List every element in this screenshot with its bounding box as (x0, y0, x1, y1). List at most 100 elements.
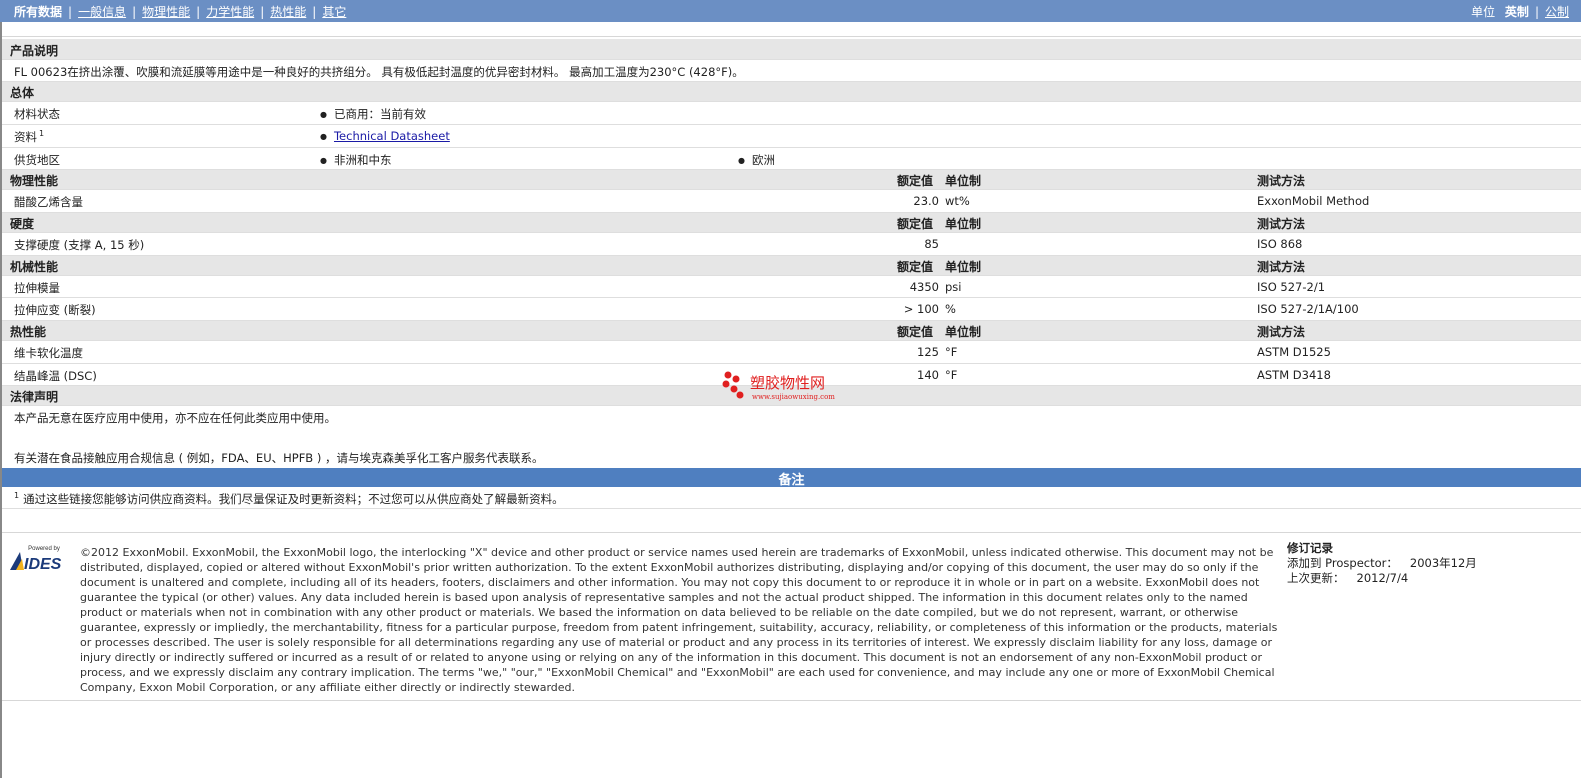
ides-logo: Powered by IDES (8, 544, 72, 573)
watermark-dot (736, 391, 744, 399)
technical-datasheet-link[interactable]: Technical Datasheet (334, 129, 450, 143)
row-label: 资料 1 (14, 129, 44, 145)
table-row: 资料1 Technical Datasheet (2, 125, 1581, 148)
nav-other[interactable]: 其它 (322, 3, 346, 20)
footnote-marker: 1 (14, 491, 20, 501)
row-value: 140 (917, 368, 939, 382)
revision-added-value: 2003年12月 (1409, 556, 1477, 570)
row-method: ISO 527-2/1 (1257, 280, 1326, 294)
units-metric[interactable]: 公制 (1545, 5, 1569, 19)
row-method: ISO 868 (1257, 237, 1303, 251)
watermark-dot (730, 385, 738, 393)
section-title: 热性能 (10, 325, 47, 339)
row-method: ISO 527-2/1A/100 (1257, 302, 1359, 316)
section-title: 产品说明 (10, 44, 59, 58)
section-title: 机械性能 (10, 260, 59, 274)
units-label: 单位 (1471, 5, 1496, 19)
col-header-unit: 单位制 (945, 217, 982, 231)
row-label: 维卡软化温度 (14, 346, 83, 360)
col-header-nominal: 额定值 (897, 260, 934, 274)
row-value: 已商用：当前有效 (320, 106, 426, 122)
section-title: 硬度 (10, 217, 35, 231)
revision-title: 修订记录 (1287, 541, 1333, 555)
nav-separator: | (196, 5, 201, 19)
notes-row: 1 通过这些链接您能够访问供应商资料。我们尽量保证及时更新资料；不过您可以从供应商… (2, 487, 1581, 509)
table-row: 供货地区 非洲和中东 欧洲 (2, 148, 1581, 170)
units-separator: | (1534, 5, 1539, 19)
row-unit: °F (945, 368, 958, 382)
row-label: 醋酸乙烯含量 (14, 195, 83, 209)
notes-title: 备注 (778, 473, 805, 488)
col-header-method: 测试方法 (1257, 174, 1306, 188)
ides-wordmark: IDES (24, 556, 62, 572)
ides-powered-by: Powered by (28, 546, 60, 552)
section-title: 物理性能 (10, 174, 59, 188)
row-value: 4350 (909, 280, 939, 294)
col-header-unit: 单位制 (945, 174, 982, 188)
nav-thermal[interactable]: 热性能 (270, 3, 306, 20)
col-header-method: 测试方法 (1257, 217, 1306, 231)
col-header-nominal: 额定值 (897, 174, 934, 188)
col-header-nominal: 额定值 (897, 217, 934, 231)
row-label: 材料状态 (14, 107, 60, 121)
row-label: 拉伸应变 (断裂) (14, 303, 96, 317)
row-unit: °F (945, 345, 958, 359)
section-nav: 所有数据 | 一般信息 | 物理性能 | 力学性能 | 热性能 | 其它 (14, 3, 346, 20)
row-value: 125 (917, 345, 939, 359)
section-header-general: 总体 (2, 82, 1581, 102)
col-header-unit: 单位制 (945, 260, 982, 274)
row-label: 结晶峰温 (DSC) (14, 369, 97, 383)
row-label: 支撑硬度 (支撑 A, 15 秒) (14, 238, 145, 252)
row-method: ExxonMobil Method (1257, 194, 1370, 208)
watermark-dot (722, 380, 730, 388)
row-label-text: 资料 (14, 130, 37, 144)
revision-added: 添加到 Prospector： 2003年12月 (1287, 556, 1477, 571)
section-header-physical: 物理性能 额定值 单位制 测试方法 (2, 170, 1581, 190)
col-header-unit: 单位制 (945, 325, 982, 339)
legal-notice: 本产品无意在医疗应用中使用，亦不应在任何此类应用中使用。 有关潜在食品接触应用合… (2, 406, 1581, 468)
footnote-text: 通过这些链接您能够访问供应商资料。我们尽量保证及时更新资料；不过您可以从供应商处… (23, 492, 564, 506)
nav-general-info[interactable]: 一般信息 (78, 3, 126, 20)
section-header-thermal: 热性能 额定值 单位制 测试方法 (2, 321, 1581, 341)
row-value: 23.0 (913, 194, 939, 208)
watermark-text: 塑胶物性网 (750, 374, 825, 392)
top-nav-bar: 所有数据 | 一般信息 | 物理性能 | 力学性能 | 热性能 | 其它 单位 英制 | 公制 (0, 0, 1581, 22)
footnote-marker: 1 (39, 129, 45, 139)
units-switch: 单位 英制 | 公制 (1471, 3, 1569, 20)
watermark-url: www.sujiaowuxing.com (752, 393, 835, 401)
section-header-product-desc: 产品说明 (2, 39, 1581, 60)
units-imperial[interactable]: 英制 (1505, 5, 1529, 19)
table-row: 支撑硬度 (支撑 A, 15 秒) 85 ISO 868 (2, 233, 1581, 256)
nav-physical[interactable]: 物理性能 (142, 3, 190, 20)
section-header-hardness: 硬度 额定值 单位制 测试方法 (2, 213, 1581, 233)
datasheet-link-item: Technical Datasheet (320, 129, 450, 143)
row-unit: wt% (945, 194, 970, 208)
table-row: 醋酸乙烯含量 23.0 wt% ExxonMobil Method (2, 190, 1581, 213)
watermark-dot (724, 371, 732, 379)
ides-logo-graphic: Powered by IDES (10, 546, 62, 573)
revision-updated: 上次更新： 2012/7/4 (1287, 571, 1477, 586)
revision-updated-label: 上次更新： (1287, 571, 1345, 585)
col-header-method: 测试方法 (1257, 260, 1306, 274)
section-header-mechanical: 机械性能 额定值 单位制 测试方法 (2, 256, 1581, 276)
footnote: 1 通过这些链接您能够访问供应商资料。我们尽量保证及时更新资料；不过您可以从供应商… (14, 491, 564, 507)
nav-separator: | (68, 5, 73, 19)
legal-line-medical: 本产品无意在医疗应用中使用，亦不应在任何此类应用中使用。 (14, 411, 336, 425)
legal-line-food-contact: 有关潜在食品接触应用合规信息 ( 例如，FDA、EU、HPFB ) ，请与埃克森… (14, 451, 544, 465)
row-value: > 100 (903, 302, 939, 316)
col-header-nominal: 额定值 (897, 325, 934, 339)
table-row: 拉伸应变 (断裂) > 100 % ISO 527-2/1A/100 (2, 298, 1581, 321)
nav-separator: | (312, 5, 317, 19)
section-title: 法律声明 (10, 390, 59, 404)
nav-all-data[interactable]: 所有数据 (14, 3, 62, 20)
nav-separator: | (132, 5, 137, 19)
nav-mechanical[interactable]: 力学性能 (206, 3, 254, 20)
row-value: 85 (924, 237, 939, 251)
revision-history: 修订记录 添加到 Prospector： 2003年12月 上次更新： 2012/7… (1287, 541, 1477, 586)
nav-separator: | (260, 5, 265, 19)
watermark-dot (732, 375, 740, 383)
revision-added-label: 添加到 Prospector： (1287, 556, 1398, 570)
row-value: 非洲和中东 (320, 152, 392, 168)
table-row: 维卡软化温度 125 °F ASTM D1525 (2, 341, 1581, 364)
col-header-method: 测试方法 (1257, 325, 1306, 339)
